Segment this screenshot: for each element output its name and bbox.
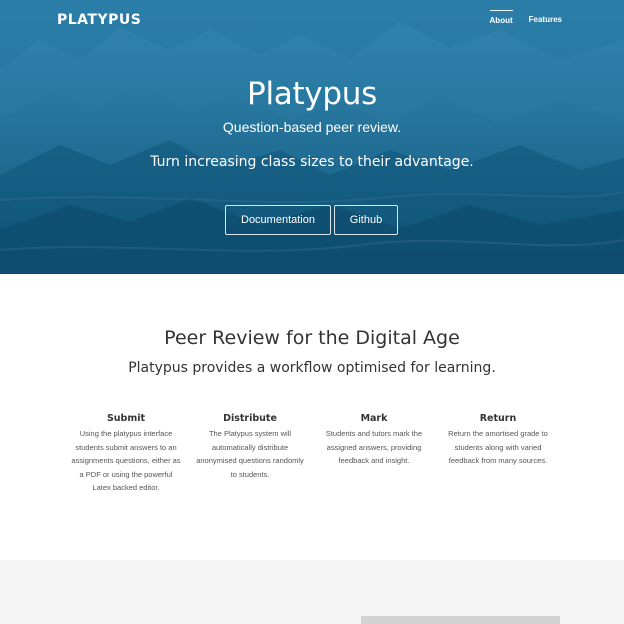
feature-line: to students. [230,469,270,479]
feature-title: Mark [360,413,388,424]
brand-logo[interactable]: PLATYPUS [57,12,141,28]
feature-line: students along with varied [454,442,542,452]
feature-line: automatically distribute [211,442,289,452]
hero-buttons: Documentation Github [225,205,398,235]
feature-line: students submit answers to an [75,442,177,452]
feature-line: assigned answers, providing [326,442,422,452]
feature-return: Return Return the amortised grade to stu… [436,413,560,495]
feature-submit: Submit Using the platypus interface stud… [64,413,188,495]
hero-subtitle: Question-based peer review. [222,119,402,135]
feature-line: Latex backed editor. [92,483,160,493]
hero-title: Platypus [247,76,377,112]
feature-line: Return the amortised grade to [448,429,548,438]
feature-line: feedback and insight. [338,456,410,466]
feature-title: Submit [106,413,146,424]
feature-distribute: Distribute The Platypus system will auto… [188,413,312,495]
top-navigation: PLATYPUS About Features [0,0,624,40]
feature-description: Using the platypus interface students su… [66,427,186,495]
feature-line: Students and tutors mark the [325,429,423,438]
intro-section: Peer Review for the Digital Age Platypus… [0,274,624,560]
documentation-button[interactable]: Documentation [225,205,331,235]
hero-section: PLATYPUS About Features Platypus Questio… [0,0,624,274]
feature-line: Using the platypus interface [79,429,173,438]
section-subtitle: Platypus provides a workflow optimised f… [128,360,496,376]
feature-line: assignments questions, either as [71,456,181,466]
feature-line: anonymised questions randomly [196,456,304,466]
feature-line: a PDF or using the powerful [79,469,173,479]
feature-description: Return the amortised grade to students a… [438,427,558,468]
nav-link-about[interactable]: About [489,10,513,29]
feature-title: Distribute [223,413,277,424]
feature-title: Return [479,413,517,424]
feature-mark: Mark Students and tutors mark the assign… [312,413,436,495]
hero-tagline: Turn increasing class sizes to their adv… [150,154,474,170]
feature-description: Students and tutors mark the assigned an… [314,427,434,468]
section-title: Peer Review for the Digital Age [164,327,460,349]
nav-links: About Features [489,10,562,29]
feature-line: The Platypus system will [208,429,292,438]
features-row: Submit Using the platypus interface stud… [64,413,560,495]
nav-link-features[interactable]: Features [529,10,562,29]
github-button[interactable]: Github [334,205,398,235]
grey-section [0,560,624,624]
feature-line: feedback from many sources. [448,456,548,466]
content-placeholder-block [361,616,560,624]
feature-description: The Platypus system will automatically d… [190,427,310,481]
